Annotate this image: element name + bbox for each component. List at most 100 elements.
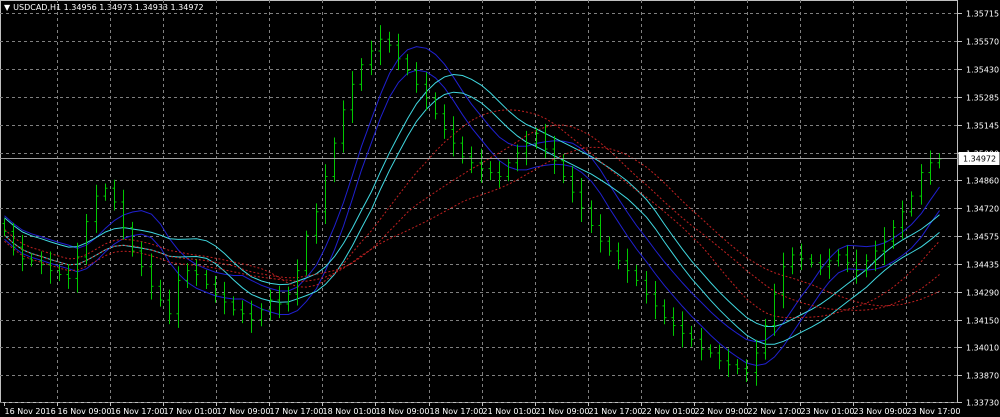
price-bar: [387, 31, 392, 53]
price-bar: [634, 264, 639, 287]
price-bar: [607, 236, 612, 256]
price-bar: [625, 248, 630, 283]
price-bar: [726, 348, 731, 377]
price-bar: [699, 327, 704, 361]
price-bar: [781, 252, 786, 309]
price-bar: [671, 307, 676, 336]
price-bar: [708, 344, 713, 358]
price-bar: [84, 214, 89, 265]
price-bar: [75, 242, 80, 293]
ma-cyan-lower: [4, 91, 940, 345]
time-tick-label: 18 Nov 01:00: [323, 407, 377, 416]
price-tick-label: 1.34575: [966, 233, 999, 242]
price-bar: [414, 62, 419, 93]
price-bar: [689, 325, 694, 347]
price-bar: [130, 221, 135, 257]
price-bar: [48, 251, 53, 284]
price-bar: [341, 100, 346, 153]
price-bar: [112, 179, 117, 211]
time-tick-label: 22 Nov 17:00: [748, 407, 802, 416]
price-bar: [204, 269, 209, 290]
plot-frame: [0, 0, 958, 403]
price-bar: [167, 289, 172, 325]
price-bar: [735, 359, 740, 375]
ma-cyan-upper: [4, 73, 940, 327]
time-tick-label: 22 Nov 09:00: [695, 407, 749, 416]
price-tick-label: 1.35715: [966, 10, 999, 19]
price-bar: [359, 58, 364, 91]
price-bar: [836, 249, 841, 267]
price-bar: [103, 183, 108, 201]
price-bar: [919, 164, 924, 205]
price-bar: [644, 271, 649, 304]
price-bar: [139, 241, 144, 277]
ma-blue-upper: [4, 46, 940, 343]
price-bar: [314, 203, 319, 244]
price-bar: [185, 263, 190, 288]
price-tick-label: 1.34150: [966, 317, 999, 326]
price-bar: [928, 150, 933, 185]
price-tick-label: 1.34860: [966, 177, 999, 186]
time-tick-label: 17 Nov 17:00: [270, 407, 324, 416]
price-bar: [2, 218, 7, 237]
price-bar: [396, 33, 401, 71]
price-bar: [790, 247, 795, 275]
time-tick-label: 23 Nov 09:00: [854, 407, 908, 416]
price-bar: [717, 344, 722, 370]
price-bar: [259, 303, 264, 327]
price-bar: [158, 279, 163, 307]
price-bar: [11, 222, 16, 256]
time-axis: 16 Nov 2016 16 Nov 09:00 16 Nov 17:00 17 No…: [4, 402, 961, 416]
price-bar: [451, 116, 456, 157]
price-bar: [460, 136, 465, 164]
price-bar: [469, 146, 474, 174]
price-bar: [506, 158, 511, 182]
time-tick-label: 23 Nov 01:00: [801, 407, 855, 416]
price-bar: [304, 230, 309, 276]
price-tick-label: 1.34720: [966, 205, 999, 214]
price-bar: [350, 71, 355, 123]
price-tick-label: 1.34435: [966, 261, 999, 270]
price-tick-label: 1.35570: [966, 38, 999, 47]
price-bar: [598, 214, 603, 253]
grid: [0, 0, 958, 403]
time-tick-label: 21 Nov 17:00: [589, 407, 643, 416]
price-bar: [579, 178, 584, 222]
moving-averages: [4, 46, 940, 367]
price-bar: [864, 254, 869, 278]
time-tick-label: 16 Nov 2016: [5, 407, 56, 416]
price-bar: [570, 166, 575, 203]
price-axis: 1.357151.355701.354301.352851.351451.350…: [958, 10, 999, 408]
price-bar: [662, 299, 667, 325]
price-bar: [845, 245, 850, 273]
time-tick-label: 21 Nov 01:00: [483, 407, 537, 416]
price-bar: [323, 164, 328, 225]
price-tick-label: 1.35145: [966, 122, 999, 131]
time-tick-label: 16 Nov 17:00: [111, 407, 165, 416]
price-bar: [589, 200, 594, 234]
price-bar: [616, 242, 621, 270]
price-bar: [488, 161, 493, 181]
ma-blue-lower: [4, 69, 940, 367]
price-bar: [754, 339, 759, 386]
time-tick-label: 21 Nov 09:00: [536, 407, 590, 416]
price-bar: [240, 300, 245, 324]
time-tick-label: 22 Nov 01:00: [642, 407, 696, 416]
price-tick-label: 1.35285: [966, 94, 999, 103]
time-tick-label: 18 Nov 09:00: [376, 407, 430, 416]
price-bar: [680, 311, 685, 348]
price-bar: [378, 25, 383, 66]
time-tick-label: 23 Nov 17:00: [907, 407, 961, 416]
price-tick-label: 1.35430: [966, 66, 999, 75]
price-tick-label: 1.34290: [966, 289, 999, 298]
price-bar: [827, 248, 832, 279]
price-bar: [515, 144, 520, 172]
price-bar: [937, 153, 942, 169]
price-tick-label: 1.33730: [966, 399, 999, 408]
price-bar: [653, 280, 658, 320]
price-chart[interactable]: 1.357151.355701.354301.352851.351451.350…: [0, 0, 1000, 417]
price-bar: [249, 300, 254, 333]
ma-red-1: [4, 109, 940, 319]
time-tick-label: 18 Nov 17:00: [430, 407, 484, 416]
price-bar: [405, 54, 410, 76]
